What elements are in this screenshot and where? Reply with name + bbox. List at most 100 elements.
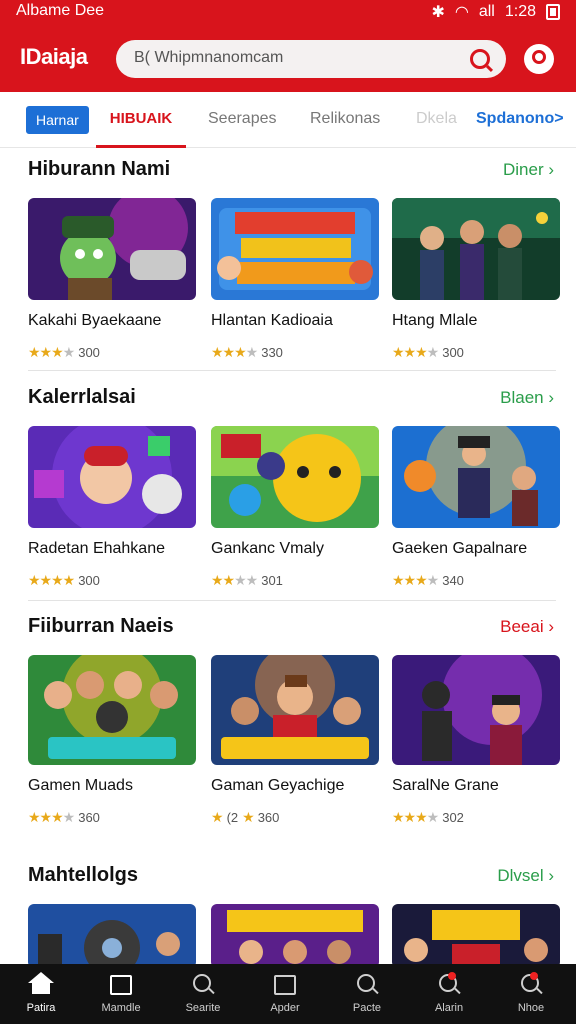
game-thumbnail[interactable] — [211, 655, 379, 765]
game-card[interactable]: Gankanc Vmaly ★★★★ 301 — [211, 426, 379, 589]
rating-count: 340 — [442, 573, 464, 588]
rating-count: 300 — [78, 345, 100, 360]
bluetooth-icon: ✱ — [431, 4, 445, 21]
app-logo[interactable]: IDaiaja — [20, 44, 88, 70]
game-title: Gankanc Vmaly — [211, 540, 324, 557]
section-title: Hiburann Nami — [28, 158, 171, 180]
home-icon — [28, 972, 54, 998]
game-thumbnail[interactable] — [28, 904, 196, 968]
alert-search-icon — [518, 972, 544, 998]
media-icon — [108, 972, 134, 998]
game-title: Htang Mlale — [392, 312, 478, 329]
game-card[interactable] — [211, 904, 379, 968]
nav-item-nhoe[interactable]: Nhoe — [498, 972, 564, 1014]
game-title: Gamen Muads — [28, 777, 133, 794]
see-more-link[interactable]: Diner › — [503, 160, 554, 180]
nav-item-apder[interactable]: Apder — [252, 972, 318, 1014]
section-title: Fiiburran Naeis — [28, 615, 174, 637]
tab-3[interactable]: Dkela — [416, 110, 457, 128]
rating-count: 302 — [442, 810, 464, 825]
game-card[interactable]: Gamen Muads ★★★★ 360 — [28, 655, 196, 826]
game-rating: ★ (2 ★ 360 — [211, 809, 379, 826]
see-more-label: Blaen — [500, 388, 544, 407]
game-thumbnail[interactable] — [211, 426, 379, 528]
see-more-link[interactable]: Beeai › — [500, 617, 554, 637]
see-more-label: Beeai — [500, 617, 544, 636]
wifi-icon: ◠ — [454, 4, 469, 21]
nav-label: Searite — [185, 1002, 221, 1014]
profile-icon — [532, 50, 546, 64]
rating-count: 360 — [257, 810, 280, 825]
nav-label: Apder — [270, 1002, 300, 1014]
status-bar: Albame Dee ✱ ◠ all 1:28 — [0, 0, 576, 26]
game-thumbnail[interactable] — [392, 904, 560, 968]
rating-count: 360 — [78, 810, 100, 825]
see-more-link[interactable]: Blaen › — [500, 388, 554, 408]
game-rating: ★★★★ 330 — [211, 344, 379, 361]
search-input[interactable] — [134, 49, 454, 67]
game-thumbnail[interactable] — [28, 655, 196, 765]
game-thumbnail[interactable] — [28, 426, 196, 528]
star-rating: ★★★★ — [392, 572, 439, 588]
carrier-label: Albame Dee — [16, 2, 105, 19]
profile-button[interactable] — [524, 44, 554, 74]
section-title: Kalerrlalsai — [28, 386, 136, 408]
tab-1[interactable]: Seerapes — [208, 110, 277, 128]
star-rating: ★★★★ — [211, 344, 258, 360]
game-rating: ★★★★ 300 — [28, 572, 196, 589]
search-bar[interactable] — [116, 40, 506, 78]
see-more-link[interactable]: Dlvsel › — [497, 866, 554, 886]
game-card[interactable]: Gaeken Gapalnare ★★★★ 340 — [392, 426, 560, 589]
game-title: Gaeken Gapalnare — [392, 540, 528, 557]
game-title: Kakahi Byaekaane — [28, 312, 162, 329]
rating-count: 300 — [442, 345, 464, 360]
signal-label: all — [478, 3, 495, 20]
tab-4[interactable]: Spdanono> — [476, 110, 564, 128]
clock: 1:28 — [504, 3, 536, 20]
game-rating: ★★★★ 302 — [392, 809, 560, 826]
game-card[interactable]: Htang Mlale ★★★★ 300 — [392, 198, 560, 361]
game-card[interactable]: Radetan Ehahkane ★★★★ 300 — [28, 426, 196, 589]
nav-item-alarin[interactable]: Alarin — [416, 972, 482, 1014]
nav-item-media[interactable]: Mamdle — [88, 972, 154, 1014]
game-card[interactable] — [392, 904, 560, 968]
game-thumbnail[interactable] — [211, 904, 379, 968]
game-thumbnail[interactable] — [28, 198, 196, 300]
nav-label: Patira — [26, 1002, 56, 1014]
nav-label: Nhoe — [517, 1002, 545, 1014]
star-rating: ★ — [211, 809, 224, 825]
star-rating: ★★★★ — [28, 809, 75, 825]
game-thumbnail[interactable] — [392, 655, 560, 765]
nav-label: Pacte — [352, 1002, 382, 1014]
game-card[interactable]: Kakahi Byaekaane ★★★★ 300 — [28, 198, 196, 361]
game-rating: ★★★★ 340 — [392, 572, 560, 589]
search-icon — [190, 972, 216, 998]
game-card[interactable]: Gaman Geyachige ★ (2 ★ 360 — [211, 655, 379, 826]
game-card[interactable] — [28, 904, 196, 968]
app-header: Albame Dee ✱ ◠ all 1:28 IDaiaja — [0, 0, 576, 92]
star-rating: ★★★★ — [392, 809, 439, 825]
nav-item-pacte[interactable]: Pacte — [334, 972, 400, 1014]
nav-item-search[interactable]: Searite — [170, 972, 236, 1014]
star-rating: ★★★★ — [28, 572, 75, 588]
see-more-label: Dlvsel — [497, 866, 544, 885]
rating-count: 301 — [261, 573, 283, 588]
star-rating: ★★★★ — [28, 344, 75, 360]
search-icon — [354, 972, 380, 998]
rating-count: 330 — [261, 345, 283, 360]
tab-active[interactable]: HIBUAIK — [96, 92, 186, 148]
game-thumbnail[interactable] — [211, 198, 379, 300]
nav-label: Alarin — [434, 1002, 464, 1014]
search-icon[interactable] — [470, 49, 490, 69]
game-card[interactable]: Hlantan Kadioaia ★★★★ 330 — [211, 198, 379, 361]
tab-2[interactable]: Relikonas — [310, 110, 380, 128]
bottom-nav: Patira Mamdle Searite Apder Pacte Alarin… — [0, 964, 576, 1024]
game-thumbnail[interactable] — [392, 426, 560, 528]
game-title: Hlantan Kadioaia — [211, 312, 333, 329]
tab-pill[interactable]: Harnar — [26, 106, 89, 134]
box-icon — [272, 972, 298, 998]
game-thumbnail[interactable] — [392, 198, 560, 300]
game-card[interactable]: SaralNe Grane ★★★★ 302 — [392, 655, 560, 826]
nav-item-home[interactable]: Patira — [8, 972, 74, 1014]
game-title: SaralNe Grane — [392, 777, 499, 794]
